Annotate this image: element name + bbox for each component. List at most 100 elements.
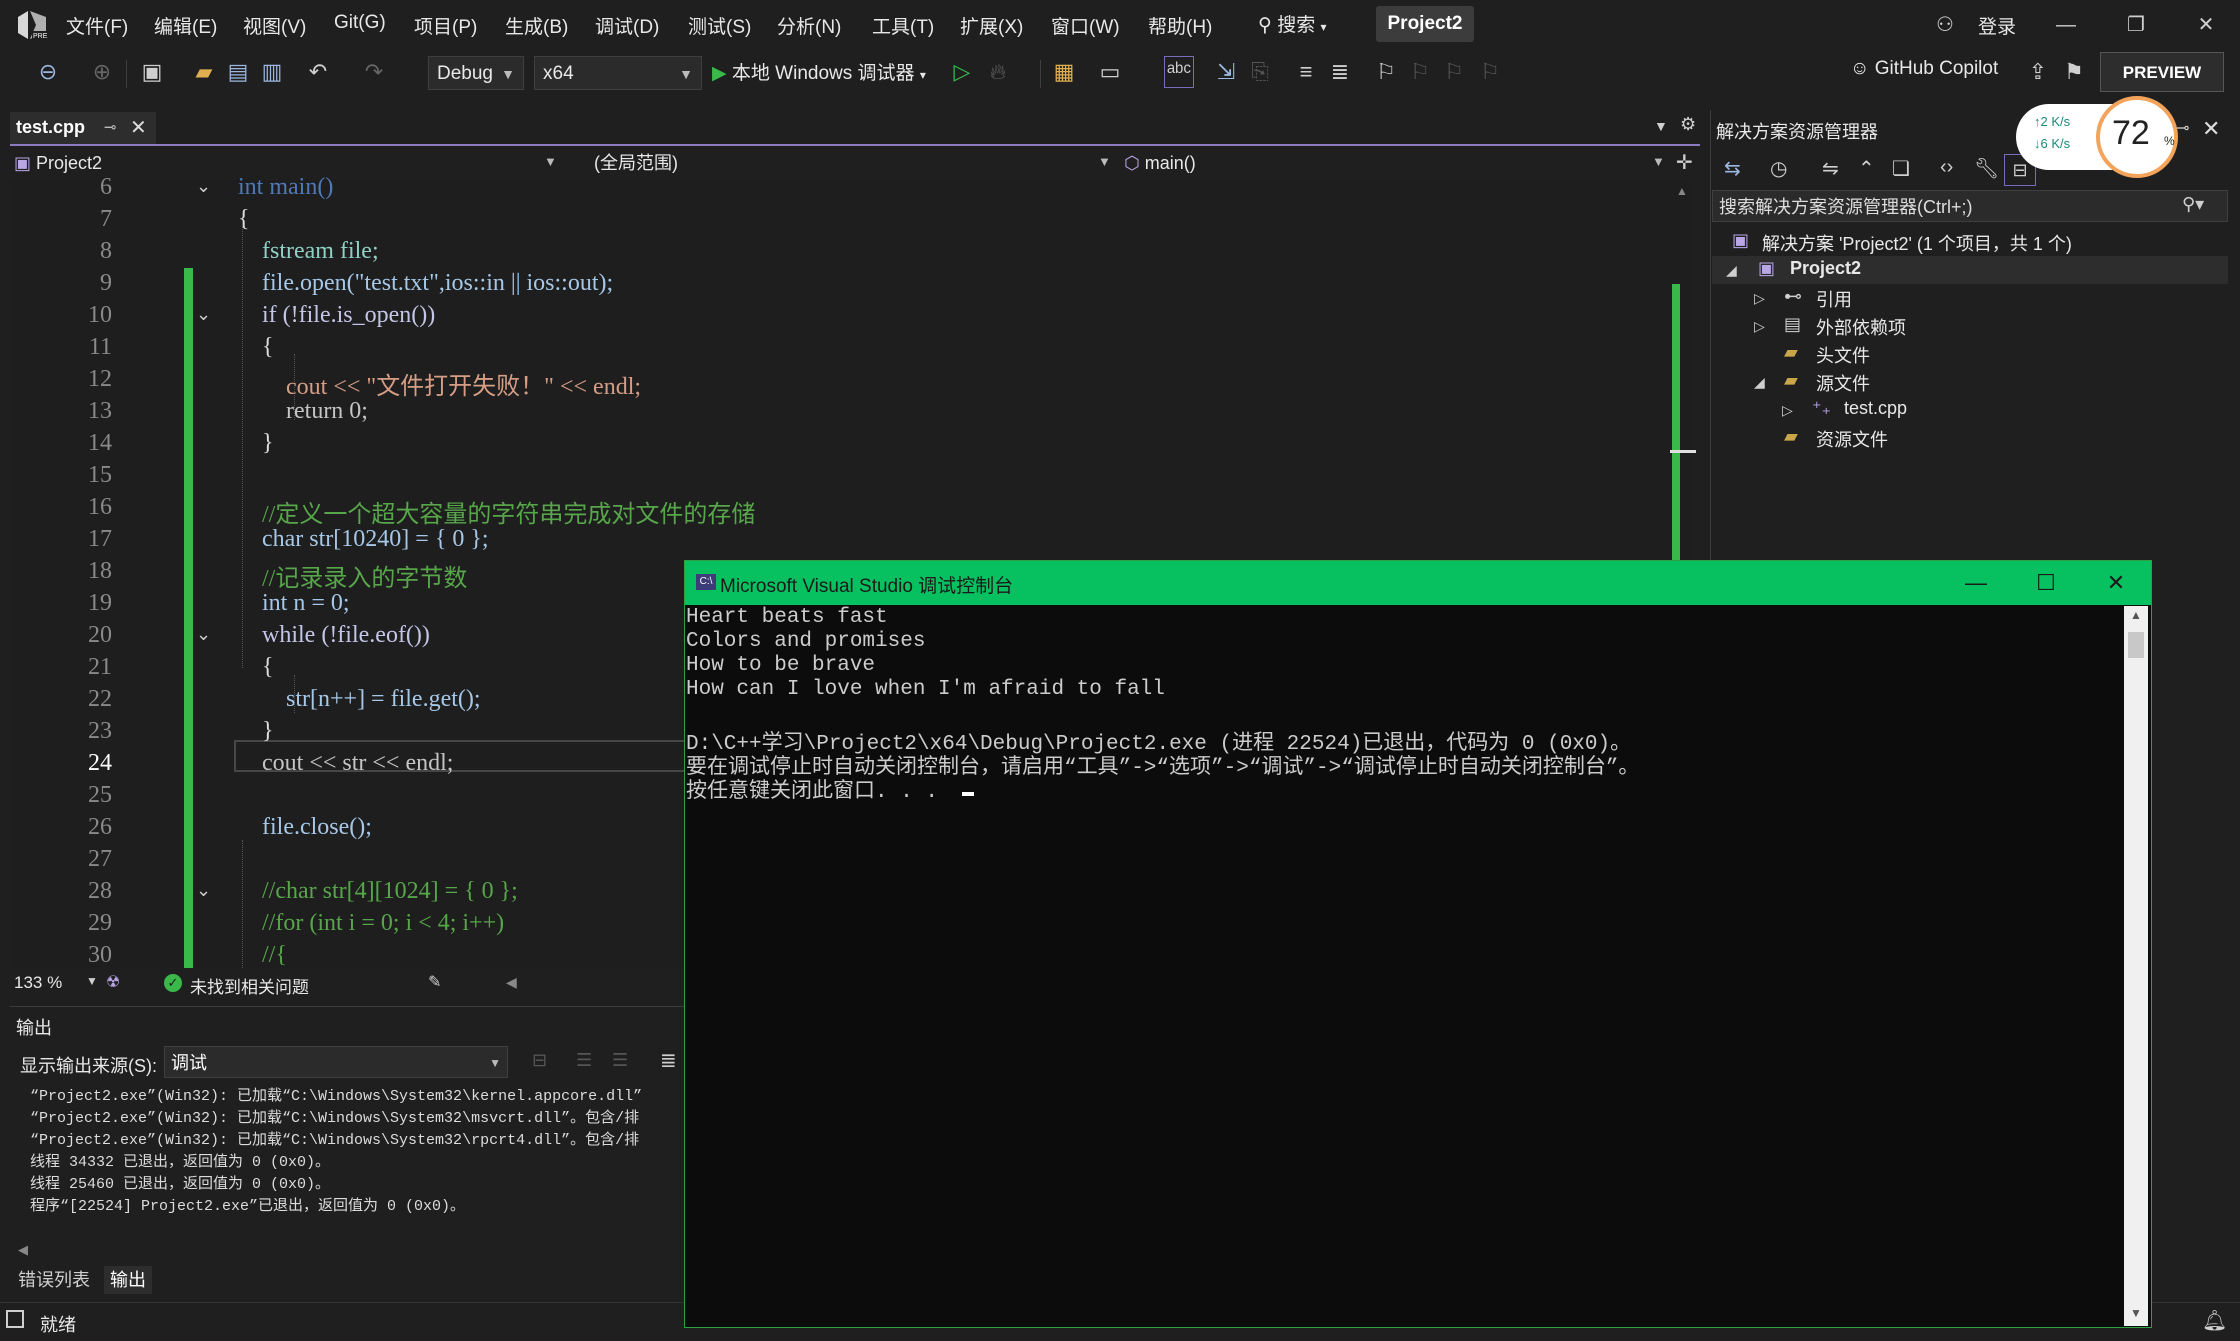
solution-folder-icon[interactable]: ▦ [1050, 58, 1078, 86]
collapsed-arrow-icon[interactable]: ▷ [1754, 318, 1765, 335]
tree-item-header-files[interactable]: 头文件 [1816, 342, 1870, 368]
pending-changes-icon[interactable]: ⇋ [1822, 156, 1839, 181]
sync-icon[interactable]: ⇆ [1724, 156, 1741, 181]
clear-bookmarks-icon[interactable]: ⚐ [1476, 58, 1504, 86]
expanded-arrow-icon[interactable]: ◢ [1754, 374, 1765, 391]
tree-item-resource-files[interactable]: 资源文件 [1816, 426, 1888, 452]
menu-help[interactable]: 帮助(H) [1148, 12, 1212, 39]
menu-view[interactable]: 视图(V) [243, 12, 306, 39]
project-name-badge[interactable]: Project2 [1376, 6, 1474, 42]
preview-button[interactable]: PREVIEW [2100, 52, 2224, 92]
menu-window[interactable]: 窗口(W) [1051, 12, 1120, 39]
save-all-icon[interactable]: ▥ [258, 58, 286, 86]
new-item-icon[interactable]: ▣ [138, 58, 166, 86]
menu-test[interactable]: 测试(S) [688, 12, 751, 39]
uncomment-icon[interactable]: ≣ [1326, 58, 1354, 86]
menu-edit[interactable]: 编辑(E) [154, 12, 217, 39]
nav-member-select[interactable]: ⬡ main() [1124, 148, 1664, 178]
prev-message-icon[interactable]: ☰ [576, 1050, 592, 1071]
menu-debug[interactable]: 调试(D) [595, 12, 659, 39]
scroll-up-icon[interactable]: ▲ [1676, 184, 1688, 198]
menu-extensions[interactable]: 扩展(X) [960, 12, 1023, 39]
tree-item-source-files[interactable]: 源文件 [1816, 370, 1870, 396]
feedback-icon[interactable]: ⚑ [2060, 58, 2088, 86]
tree-item-project[interactable]: Project2 [1790, 258, 1861, 279]
github-copilot-button[interactable]: ☺ GitHub Copilot [1850, 58, 1998, 80]
output-source-select[interactable]: 调试 ▼ [164, 1046, 508, 1078]
save-icon[interactable]: ▤ [224, 58, 252, 86]
open-folder-icon[interactable]: ▰ [190, 58, 218, 86]
menu-git[interactable]: Git(G) [334, 12, 386, 34]
fold-chevron-icon[interactable]: ⌄ [196, 624, 211, 645]
tree-item-solution[interactable]: 解决方案 'Project2' (1 个项目，共 1 个) [1762, 230, 2072, 256]
prev-bookmark-icon[interactable]: ⚐ [1406, 58, 1434, 86]
properties-icon[interactable]: 🔧︎ [1974, 156, 1999, 181]
history-icon[interactable]: ◷ [1770, 156, 1787, 181]
console-maximize-icon[interactable]: ☐ [2022, 566, 2070, 600]
tab-output[interactable]: 输出 [104, 1266, 152, 1294]
nav-scope-select[interactable]: (全局范围) [594, 148, 1114, 178]
menu-file[interactable]: 文件(F) [66, 12, 128, 39]
pin-icon[interactable]: ⊸ [104, 118, 117, 136]
gear-icon[interactable]: ⚙ [1680, 114, 1696, 135]
menu-analyze[interactable]: 分析(N) [777, 12, 841, 39]
debug-console-window[interactable] [684, 560, 2152, 1328]
collapse-all-icon[interactable]: ⌃ [1858, 156, 1875, 181]
notifications-icon[interactable]: 🔔︎ [2202, 1308, 2227, 1333]
step-over-icon[interactable]: ⎘ [1246, 58, 1274, 86]
editor-scroll-thumb[interactable] [1672, 284, 1680, 562]
issues-status[interactable]: 未找到相关问题 [190, 973, 309, 998]
close-icon[interactable]: ✕ [2186, 8, 2226, 42]
code-cleanup-icon[interactable]: ✎ [428, 972, 441, 992]
scroll-left-icon[interactable]: ◀ [18, 1242, 28, 1258]
tree-item-references[interactable]: 引用 [1816, 286, 1852, 312]
spell-check-icon[interactable]: ᵃᵇᶜ [1164, 56, 1194, 88]
expanded-arrow-icon[interactable]: ◢ [1726, 262, 1737, 279]
find-message-icon[interactable]: ⊟ [532, 1050, 547, 1071]
console-close-icon[interactable]: ✕ [2092, 566, 2140, 600]
share-icon[interactable]: ⇪ [2024, 58, 2052, 86]
collapsed-arrow-icon[interactable]: ▷ [1754, 290, 1765, 307]
platform-select[interactable]: x64 ▼ [534, 56, 702, 90]
console-scrollbar[interactable] [2124, 606, 2148, 1326]
scroll-left-icon[interactable]: ◀ [506, 974, 517, 991]
console-minimize-icon[interactable]: — [1952, 566, 2000, 600]
hot-reload-icon[interactable]: 🔥︎ [984, 58, 1012, 86]
login-button[interactable]: 登录 [1978, 12, 2016, 39]
scroll-down-icon[interactable]: ▼ [2130, 1306, 2142, 1320]
fold-chevron-icon[interactable]: ⌄ [196, 176, 211, 197]
tab-overflow-icon[interactable]: ▼ [1654, 118, 1668, 134]
undo-icon[interactable]: ↶ [304, 58, 332, 86]
fold-chevron-icon[interactable]: ⌄ [196, 304, 211, 325]
chevron-down-icon[interactable]: ▼ [86, 974, 98, 988]
search-menu[interactable]: ⚲ 搜索 ▾ [1258, 10, 1327, 37]
pin-icon[interactable]: ⊸ [2176, 118, 2189, 138]
forward-icon[interactable]: ⊕ [88, 58, 116, 86]
menu-tools[interactable]: 工具(T) [872, 12, 934, 39]
bookmark-icon[interactable]: ⚐ [1372, 58, 1400, 86]
view-code-icon[interactable]: ‹› [1940, 156, 1953, 179]
next-message-icon[interactable]: ☰ [612, 1050, 628, 1071]
back-icon[interactable]: ⊖ [34, 58, 62, 86]
redo-icon[interactable]: ↷ [360, 58, 388, 86]
configuration-select[interactable]: Debug ▼ [428, 56, 524, 90]
menu-build[interactable]: 生成(B) [505, 12, 568, 39]
start-debugging-button[interactable]: ▶ 本地 Windows 调试器 ▾ [712, 58, 926, 85]
zoom-level[interactable]: 133 % [14, 973, 62, 993]
minimize-icon[interactable]: — [2046, 8, 2086, 42]
menu-project[interactable]: 项目(P) [414, 12, 477, 39]
close-icon[interactable]: ✕ [2202, 116, 2220, 142]
intellicode-icon[interactable]: ☢ [106, 972, 120, 992]
tree-item-test-cpp[interactable]: test.cpp [1844, 398, 1907, 419]
scroll-up-icon[interactable]: ▲ [2130, 608, 2142, 622]
collapsed-arrow-icon[interactable]: ▷ [1782, 402, 1793, 419]
show-all-files-icon[interactable]: ❏ [1892, 156, 1910, 181]
comment-icon[interactable]: ≡ [1292, 58, 1320, 86]
step-into-icon[interactable]: ⇲ [1212, 58, 1240, 86]
layout-icon[interactable]: ▭ [1096, 58, 1124, 86]
restore-icon[interactable]: ❐ [2116, 8, 2156, 42]
next-bookmark-icon[interactable]: ⚐ [1440, 58, 1468, 86]
tab-error-list[interactable]: 错误列表 [12, 1266, 96, 1294]
tree-item-external-deps[interactable]: 外部依赖项 [1816, 314, 1906, 340]
clear-all-icon[interactable]: ≣ [660, 1048, 677, 1073]
